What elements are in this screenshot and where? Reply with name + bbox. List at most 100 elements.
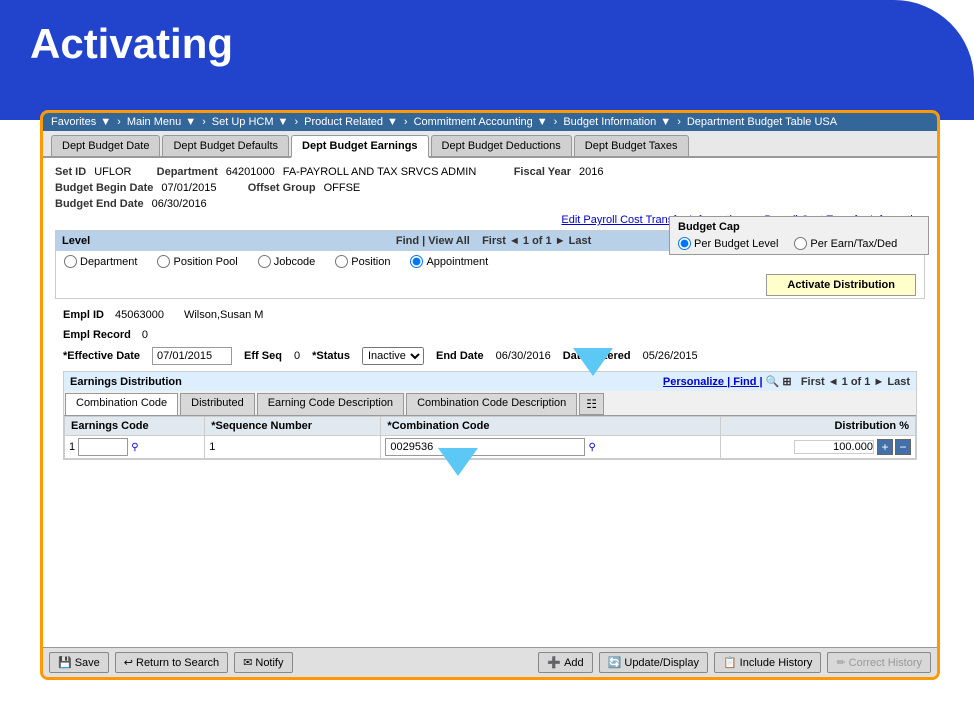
add-button[interactable]: ➕ Add [538,652,592,673]
sub-tab-earning-code-desc[interactable]: Earning Code Description [257,393,404,415]
radio-jobcode-input[interactable] [258,255,271,268]
empl-name-value: Wilson,Susan M [184,309,263,321]
tab-bar: Dept Budget Date Dept Budget Defaults De… [43,131,937,158]
eff-seq-value: 0 [294,350,300,362]
update-icon: 🔄 [608,656,622,669]
status-row: *Effective Date Eff Seq 0 *Status Inacti… [55,345,925,367]
combo-code-lookup-icon[interactable]: ⚲ [588,442,595,453]
col-earnings-code: Earnings Code [65,417,205,436]
setid-label: Set ID [55,166,86,178]
level-title: Level [62,235,90,247]
earnings-title: Earnings Distribution [70,376,182,388]
notify-label: Notify [255,657,283,669]
grid-icon[interactable]: ⊞ [782,376,791,388]
radio-appointment-input[interactable] [410,255,423,268]
tab-dept-budget-earnings[interactable]: Dept Budget Earnings [291,135,429,158]
page-title: Activating [30,20,233,68]
date-entered-value: 05/26/2015 [643,350,698,362]
include-history-button[interactable]: 📋 Include History [714,652,821,673]
setid-value: UFLOR [94,166,131,178]
plus-minus-buttons: + − [877,439,911,455]
end-date-value: 06/30/2016 [152,198,207,210]
eff-seq-label: Eff Seq [244,350,282,362]
cell-distribution-pct: + − [720,436,915,459]
sub-tab-combo-code-desc[interactable]: Combination Code Description [406,393,577,415]
empl-record-label: Empl Record [63,329,131,341]
radio-per-earn-input[interactable] [794,237,807,250]
status-select[interactable]: Inactive [362,347,424,365]
tab-dept-budget-date[interactable]: Dept Budget Date [51,135,160,156]
activate-distribution-button[interactable]: Activate Distribution [766,274,916,296]
col-distribution-pct: Distribution % [720,417,915,436]
empl-id-field: Empl ID 45063000 [63,309,164,321]
radio-position-input[interactable] [335,255,348,268]
personalize-link[interactable]: Personalize | Find | [663,376,763,388]
info-row-begin: Budget Begin Date 07/01/2015 Offset Grou… [55,182,925,194]
level-radio-department[interactable]: Department [64,255,137,268]
remove-row-button[interactable]: − [895,439,911,455]
bottom-bar-left: 💾 Save ↩ Return to Search ✉ Notify [49,652,293,673]
arrow-down-2 [438,448,478,476]
table-header-row: Earnings Code *Sequence Number *Combinat… [65,417,916,436]
tab-dept-budget-defaults[interactable]: Dept Budget Defaults [162,135,289,156]
notify-button[interactable]: ✉ Notify [234,652,292,673]
nav-dept-budget: Department Budget Table USA [687,116,837,128]
level-radio-appointment[interactable]: Appointment [410,255,488,268]
col-combination-code: *Combination Code [381,417,720,436]
eff-date-label: *Effective Date [63,350,140,362]
add-icon: ➕ [547,656,561,669]
dept-label: Department [157,166,218,178]
earnings-personalize: Personalize | Find | 🔍 ⊞ First ◄ 1 of 1 … [663,375,910,388]
tab-dept-budget-deductions[interactable]: Dept Budget Deductions [431,135,572,156]
nav-setup-hcm[interactable]: Set Up HCM [212,116,274,128]
nav-product-related[interactable]: Product Related [304,116,383,128]
find-icon[interactable]: 🔍 [766,376,780,388]
cell-row-num: 1 ⚲ [65,436,205,459]
level-first-last: First ◄ 1 of 1 ► Last [482,235,591,247]
radio-jobcode-label: Jobcode [274,256,316,268]
update-label: Update/Display [624,657,699,669]
sub-tab-combination-code[interactable]: Combination Code [65,393,178,415]
radio-pos-pool-input[interactable] [157,255,170,268]
radio-per-earn[interactable]: Per Earn/Tax/Ded [794,237,897,250]
find-view-all[interactable]: Find | View All [396,235,470,247]
combination-code-input[interactable] [385,438,585,456]
radio-appointment-label: Appointment [426,256,488,268]
save-button[interactable]: 💾 Save [49,652,109,673]
radio-per-budget-input[interactable] [678,237,691,250]
nav-bar: Favorites▼ › Main Menu▼ › Set Up HCM▼ › … [43,113,937,131]
nav-main-menu[interactable]: Main Menu [127,116,181,128]
level-radio-position-pool[interactable]: Position Pool [157,255,237,268]
sub-tab-icon[interactable]: ☷ [579,393,604,415]
empl-info-row2: Empl Record 0 [55,325,925,345]
level-radio-position[interactable]: Position [335,255,390,268]
fiscal-year-value: 2016 [579,166,603,178]
row-number: 1 [69,441,75,453]
radio-per-budget-label: Per Budget Level [694,238,778,250]
activate-btn-container: Activate Distribution [56,272,924,298]
nav-budget-info[interactable]: Budget Information [563,116,656,128]
earnings-code-lookup-icon[interactable]: ⚲ [131,442,138,453]
add-row-button[interactable]: + [877,439,893,455]
radio-per-budget-level[interactable]: Per Budget Level [678,237,778,250]
add-label: Add [564,657,584,669]
empl-id-label: Empl ID [63,309,104,321]
earnings-code-input[interactable] [78,438,128,456]
return-to-search-button[interactable]: ↩ Return to Search [115,652,228,673]
distribution-pct-input[interactable] [794,440,874,454]
nav-favorites[interactable]: Favorites [51,116,96,128]
cell-combination-code: ⚲ [381,436,720,459]
tab-dept-budget-taxes[interactable]: Dept Budget Taxes [574,135,689,156]
earnings-sub-tabs: Combination Code Distributed Earning Cod… [64,391,916,416]
end-date-label-emp: End Date [436,350,484,362]
correct-history-button[interactable]: ✏ Correct History [827,652,931,673]
level-radio-jobcode[interactable]: Jobcode [258,255,316,268]
eff-date-input[interactable] [152,347,232,365]
fiscal-year-label: Fiscal Year [514,166,571,178]
nav-commitment[interactable]: Commitment Accounting [414,116,533,128]
update-display-button[interactable]: 🔄 Update/Display [599,652,708,673]
sequence-value: 1 [209,441,215,453]
return-label: Return to Search [136,657,219,669]
radio-dept-input[interactable] [64,255,77,268]
sub-tab-distributed[interactable]: Distributed [180,393,255,415]
